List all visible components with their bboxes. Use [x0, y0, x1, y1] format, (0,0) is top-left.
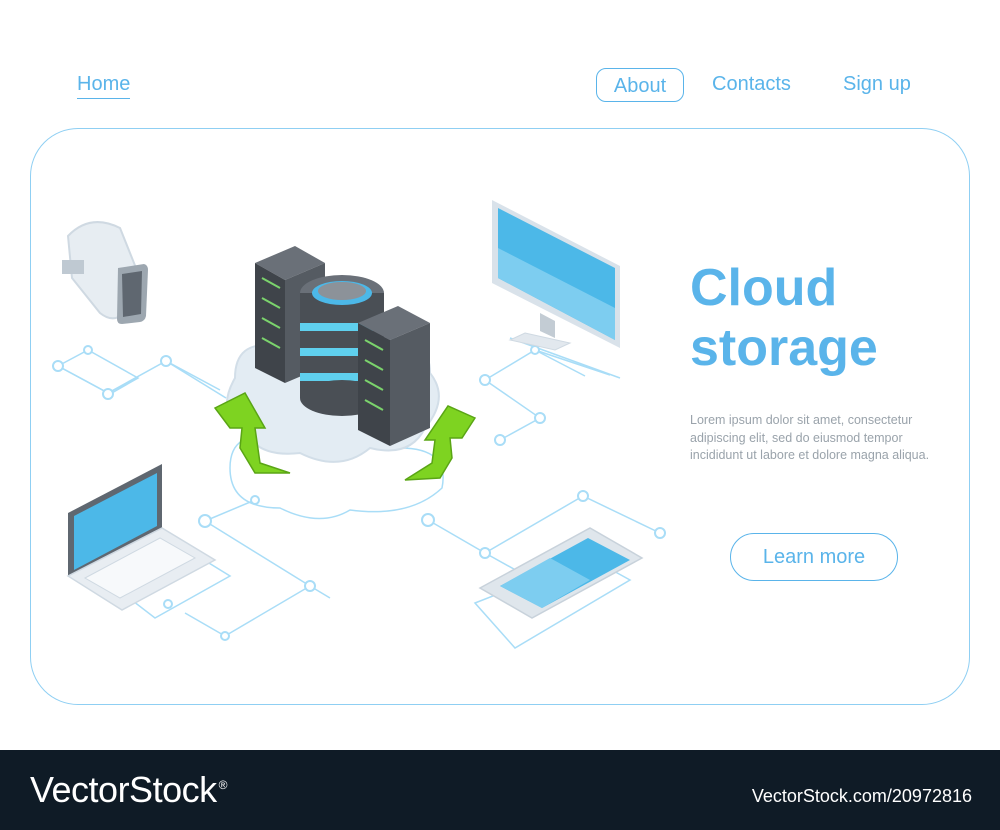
nav-signup-link[interactable]: Sign up — [843, 73, 911, 96]
stock-id: VectorStock.com/20972816 — [751, 786, 972, 806]
learn-more-button[interactable]: Learn more — [730, 533, 898, 581]
laptop-icon — [66, 464, 217, 611]
nav-about-button[interactable]: About — [596, 68, 684, 102]
hero-body-text: Lorem ipsum dolor sit amet, consectetur … — [690, 413, 930, 462]
registered-mark: ® — [218, 778, 228, 792]
brand-logo: VectorStock ® — [30, 769, 227, 811]
server-rack-icon — [358, 306, 430, 446]
hero-title-line1: Cloud — [690, 259, 838, 317]
brand-name: VectorStock — [30, 769, 217, 810]
monitor-icon — [492, 200, 620, 351]
hero-title-line2: storage — [690, 319, 878, 377]
footer-bar: VectorStock ® VectorStock.com/20972816 — [0, 750, 1000, 830]
hero-title: Cloud storage — [690, 258, 878, 378]
nav-contacts-link[interactable]: Contacts — [712, 73, 791, 96]
smartwatch-icon — [62, 221, 148, 324]
nav-home-link[interactable]: Home — [77, 73, 131, 99]
